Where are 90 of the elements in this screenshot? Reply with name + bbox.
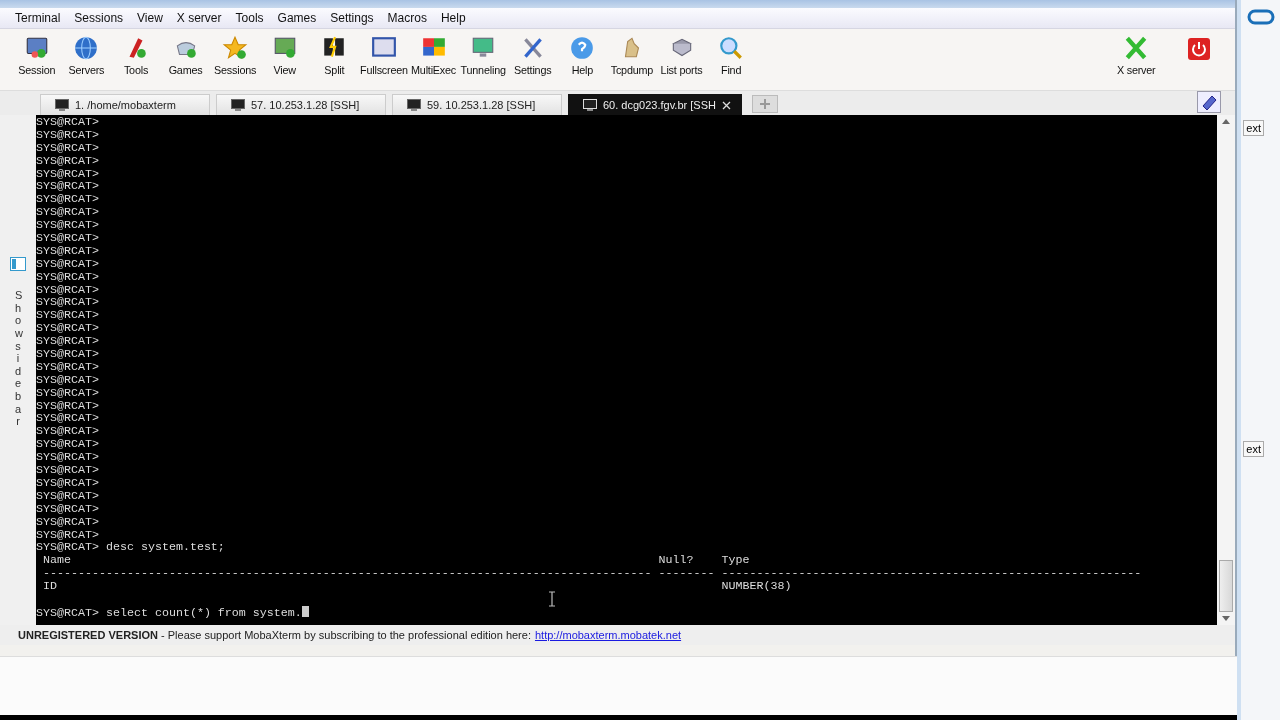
terminal-line: SYS@RCAT> <box>36 206 100 220</box>
toolbar-button[interactable]: Find <box>706 35 756 76</box>
globe-icon <box>73 35 100 61</box>
terminal-line: SYS@RCAT> <box>36 154 100 168</box>
terminal-line: SYS@RCAT> <box>36 296 100 310</box>
close-icon[interactable] <box>721 100 731 110</box>
terminal-line: SYS@RCAT> <box>36 193 100 207</box>
sidebar-icon[interactable] <box>10 257 26 271</box>
star-icon <box>222 35 249 61</box>
terminal-line: SYS@RCAT> <box>36 283 100 297</box>
show-sidebar-label[interactable]: Show sidebar <box>14 289 22 429</box>
terminal-line: --------------------------------------------------------------------------------------- -------- ------------------------------------------------------------ <box>42 567 1143 581</box>
terminal-cursor <box>301 605 309 617</box>
terminal-line: SYS@RCAT> <box>36 322 100 336</box>
pen-icon[interactable] <box>1197 91 1221 113</box>
terminal-line: SYS@RCAT> <box>36 412 100 426</box>
terminal-line: SYS@RCAT> <box>36 360 100 374</box>
terminal-line: SYS@RCAT> <box>36 128 100 142</box>
power-icon[interactable] <box>1187 37 1211 61</box>
text-cursor-icon <box>548 591 556 607</box>
terminal-line: SYS@RCAT> <box>36 335 100 349</box>
terminal-line: SYS@RCAT> <box>36 116 100 129</box>
terminal-line: SYS@RCAT> <box>36 141 100 155</box>
scrollbar[interactable] <box>1217 115 1235 625</box>
menu-item[interactable]: Macros <box>380 11 434 25</box>
terminal-line: SYS@RCAT> <box>36 515 100 529</box>
status-message: UNREGISTERED VERSION - Please support MobaXterm by subscribing to the professional edition here: <box>18 629 531 641</box>
search-icon <box>718 35 745 61</box>
terminal-line: SYS@RCAT> <box>36 244 100 258</box>
monitor-icon <box>407 99 421 111</box>
terminal-line: SYS@RCAT> <box>36 257 100 271</box>
menu-item[interactable]: Settings <box>323 11 381 25</box>
toolbar-button[interactable]: Servers <box>61 35 112 76</box>
terminal-line: SYS@RCAT> <box>36 270 100 284</box>
menu-item[interactable]: Sessions <box>67 11 131 25</box>
next-button[interactable]: ext <box>1243 120 1264 136</box>
terminal-line: SYS@RCAT> <box>36 180 100 194</box>
monitor-icon <box>583 99 597 111</box>
toolbar-button[interactable]: MultiExec <box>408 35 459 76</box>
monitor-icon <box>231 99 245 111</box>
menu-item[interactable]: Tools <box>228 11 271 25</box>
menu-item[interactable]: Games <box>270 11 324 25</box>
menu-item[interactable]: View <box>130 11 170 25</box>
terminal-line: SYS@RCAT> <box>36 438 100 452</box>
terminal-line: SYS@RCAT> <box>36 502 100 516</box>
terminal-line: ID NUMBER(38) <box>42 580 793 593</box>
terminal-line: SYS@RCAT> <box>36 167 100 181</box>
terminal-line: SYS@RCAT> <box>36 309 100 323</box>
toolbar-button[interactable]: Settings <box>507 35 558 76</box>
toolbar-button[interactable]: View <box>259 35 310 76</box>
toolbar-button[interactable]: X server <box>1111 35 1161 76</box>
terminal-line: SYS@RCAT> <box>36 399 100 413</box>
terminal-line: SYS@RCAT> <box>36 232 100 245</box>
terminal-line: SYS@RCAT> select count(*) from system. <box>36 605 1217 619</box>
toolbar-button[interactable]: Tcpdump <box>607 35 657 76</box>
scroll-up-icon[interactable] <box>1222 119 1230 124</box>
next-button[interactable]: ext <box>1243 441 1264 457</box>
menu-item[interactable]: X server <box>169 11 229 25</box>
terminal-line: SYS@RCAT> <box>36 476 100 490</box>
menu-item[interactable]: Help <box>433 11 473 25</box>
terminal-line: SYS@RCAT> <box>36 528 100 542</box>
toolbar-button[interactable]: Split <box>309 35 360 76</box>
terminal-line: SYS@RCAT> <box>36 219 100 232</box>
toolbar-button[interactable]: List ports <box>656 35 707 76</box>
session-tab[interactable]: 59. 10.253.1.28 [SSH] <box>392 94 562 115</box>
scroll-thumb[interactable] <box>1219 560 1233 612</box>
toolbar-button[interactable]: Help <box>557 35 608 76</box>
menu-item[interactable]: Terminal <box>8 11 68 25</box>
toolbar-button[interactable]: Tunneling <box>458 35 508 76</box>
terminal-line: Name Null? Type <box>42 554 751 568</box>
terminal-line: SYS@RCAT> <box>36 348 100 361</box>
scroll-down-icon[interactable] <box>1222 616 1230 621</box>
website-link[interactable]: http://mobaxterm.mobatek.net <box>534 629 682 641</box>
toolbar-button[interactable]: Games <box>160 35 211 76</box>
session-tab[interactable]: 57. 10.253.1.28 [SSH] <box>216 94 386 115</box>
terminal-line: SYS@RCAT> <box>36 489 100 503</box>
toolbar-button[interactable]: Session <box>12 35 62 76</box>
toolbar-button[interactable]: Sessions <box>210 35 260 76</box>
monitor-icon <box>55 99 69 111</box>
terminal-line: SYS@RCAT> <box>36 386 100 400</box>
terminal-line: SYS@RCAT> desc system.test; <box>36 541 226 555</box>
terminal-line: SYS@RCAT> <box>36 464 100 477</box>
session-tab[interactable]: 60. dcg023.fgv.br [SSH <box>568 94 742 115</box>
terminal-line: SYS@RCAT> <box>36 373 100 387</box>
terminal-line: SYS@RCAT> <box>36 425 100 439</box>
terminal-line: SYS@RCAT> <box>36 451 100 465</box>
session-tab[interactable]: 1. /home/mobaxterm <box>40 94 210 115</box>
help-icon <box>569 35 596 61</box>
toolbar-button[interactable]: Tools <box>111 35 161 76</box>
toolbar-button[interactable]: Fullscreen <box>359 35 409 76</box>
